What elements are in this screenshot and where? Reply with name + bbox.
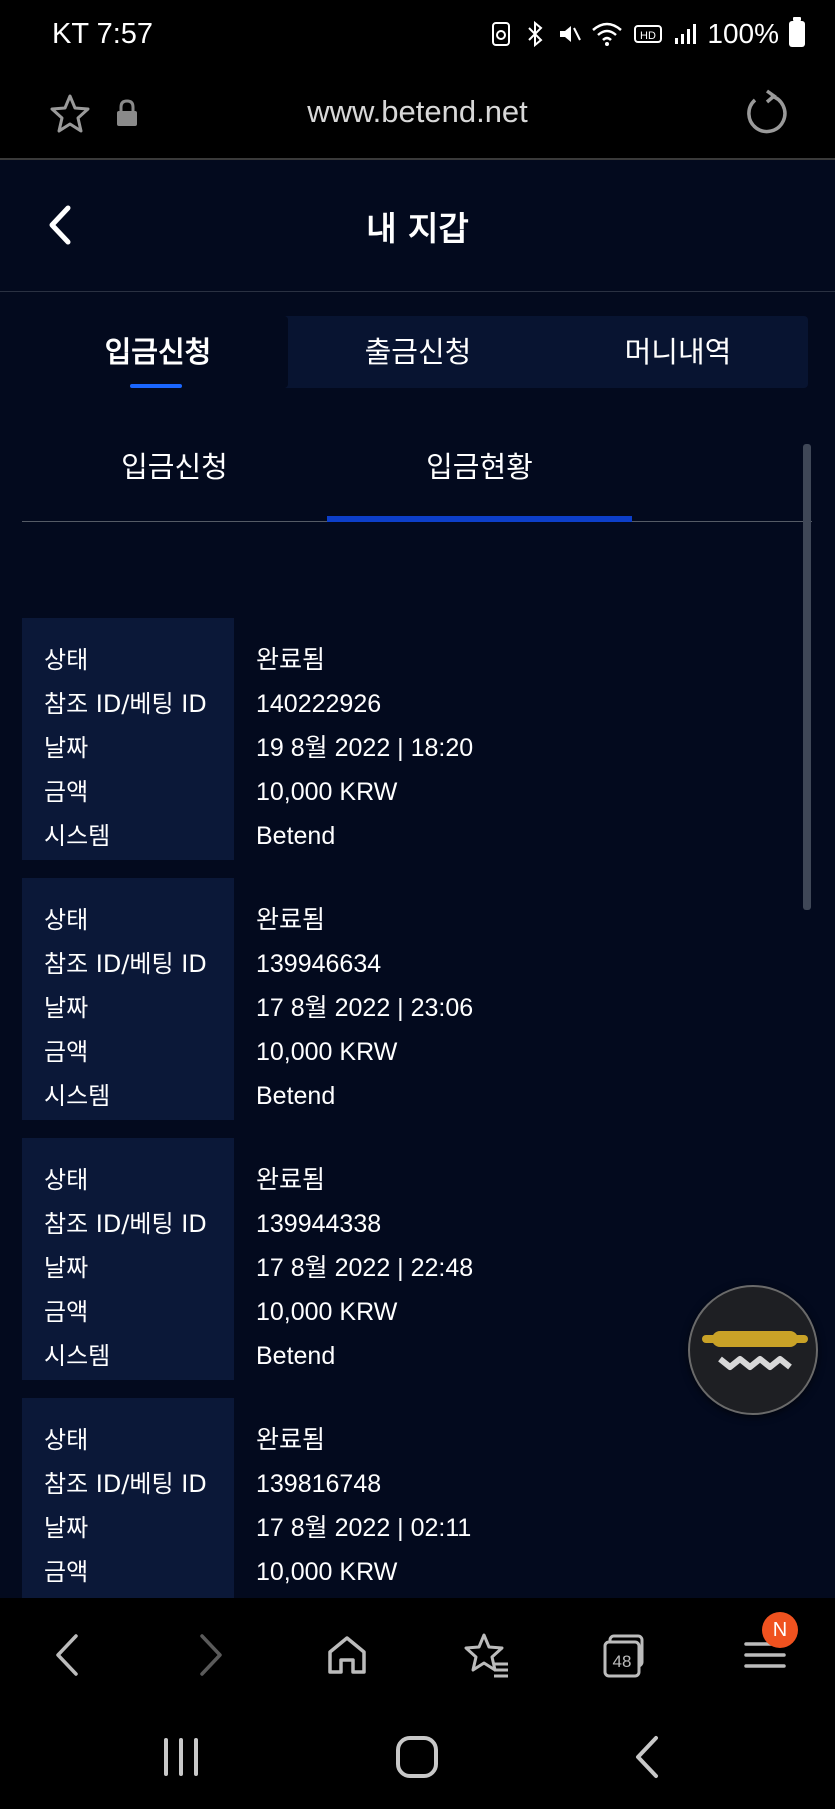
value-amount: 10,000 KRW	[256, 1558, 398, 1586]
signal-icon	[675, 24, 697, 44]
url-text[interactable]: www.betend.net	[0, 94, 835, 130]
battery-icon	[789, 17, 805, 47]
svg-text:HD: HD	[640, 30, 656, 42]
list-item: 상태 참조 ID/베팅 ID 날짜 금액 시스템 완료됨 140222926 1…	[22, 618, 812, 860]
chat-support-button[interactable]	[688, 1285, 818, 1415]
home-circle-icon[interactable]	[392, 1732, 442, 1782]
page-header: 내 지갑	[0, 160, 835, 292]
label-status: 상태	[44, 1426, 89, 1454]
label-amount: 금액	[44, 1558, 89, 1586]
label-amount: 금액	[44, 1298, 89, 1326]
list-item: 상태 참조 ID/베팅 ID 날짜 금액 시스템 완료됨 139816748 1…	[22, 1398, 812, 1598]
nav-back-icon[interactable]	[44, 1630, 94, 1680]
value-date: 17 8월 2022 | 22:48	[256, 1254, 474, 1282]
browser-url-bar: www.betend.net	[0, 72, 835, 160]
tab-deposit-request[interactable]: 입금신청	[28, 316, 288, 388]
wallet-tabs: 입금신청 출금신청 머니내역	[28, 316, 808, 388]
status-bar: KT 7:57 HD 100%	[0, 0, 835, 72]
value-system: Betend	[256, 1342, 336, 1370]
deposit-subtabs: 입금신청 입금현황	[22, 432, 812, 522]
value-reference: 139946634	[256, 950, 382, 978]
value-amount: 10,000 KRW	[256, 1298, 398, 1326]
subtab-deposit-request[interactable]: 입금신청	[22, 432, 327, 521]
label-system: 시스템	[44, 1342, 111, 1370]
record-values: 완료됨 140222926 19 8월 2022 | 18:20 10,000 …	[234, 618, 473, 860]
label-date: 날짜	[44, 734, 89, 762]
label-status: 상태	[44, 906, 89, 934]
chat-support-icon	[702, 1331, 808, 1370]
record-values: 완료됨 139944338 17 8월 2022 | 22:48 10,000 …	[234, 1138, 473, 1380]
tab-withdraw-request[interactable]: 출금신청	[288, 316, 548, 388]
value-status: 완료됨	[256, 906, 326, 934]
label-date: 날짜	[44, 994, 89, 1022]
value-reference: 140222926	[256, 690, 382, 718]
system-navigation-bar	[0, 1710, 835, 1809]
value-date: 17 8월 2022 | 02:11	[256, 1514, 472, 1542]
record-labels: 상태 참조 ID/베팅 ID 날짜 금액 시스템	[22, 618, 234, 860]
record-labels: 상태 참조 ID/베팅 ID 날짜 금액 시스템	[22, 878, 234, 1120]
recycle-icon	[492, 22, 511, 46]
value-reference: 139944338	[256, 1210, 382, 1238]
record-labels: 상태 참조 ID/베팅 ID 날짜 금액 시스템	[22, 1398, 234, 1598]
record-labels: 상태 참조 ID/베팅 ID 날짜 금액 시스템	[22, 1138, 234, 1380]
nav-forward-icon[interactable]	[184, 1630, 234, 1680]
notification-badge: N	[762, 1612, 798, 1648]
value-amount: 10,000 KRW	[256, 1038, 398, 1066]
value-reference: 139816748	[256, 1470, 382, 1498]
value-date: 19 8월 2022 | 18:20	[256, 734, 474, 762]
bluetooth-icon	[528, 20, 543, 48]
label-reference: 참조 ID/베팅 ID	[44, 1210, 207, 1238]
label-reference: 참조 ID/베팅 ID	[44, 950, 207, 978]
value-system: Betend	[256, 1082, 336, 1110]
label-status: 상태	[44, 646, 89, 674]
battery-percent: 100%	[707, 18, 779, 49]
value-status: 완료됨	[256, 1166, 326, 1194]
wifi-icon	[592, 22, 623, 46]
browser-toolbar: 48 N	[0, 1598, 835, 1710]
record-values: 완료됨 139816748 17 8월 2022 | 02:11 10,000 …	[234, 1398, 471, 1598]
label-amount: 금액	[44, 1038, 89, 1066]
value-status: 완료됨	[256, 1426, 326, 1454]
page-title: 내 지갑	[366, 209, 469, 248]
label-date: 날짜	[44, 1254, 89, 1282]
value-amount: 10,000 KRW	[256, 778, 398, 806]
status-icons: HD 100%	[489, 17, 805, 50]
label-date: 날짜	[44, 1514, 89, 1542]
bookmarks-icon[interactable]	[462, 1630, 512, 1680]
record-values: 완료됨 139946634 17 8월 2022 | 23:06 10,000 …	[234, 878, 473, 1120]
system-back-icon[interactable]	[624, 1732, 674, 1782]
refresh-icon[interactable]	[741, 88, 791, 138]
tabs-button[interactable]: 48	[600, 1630, 650, 1680]
label-reference: 참조 ID/베팅 ID	[44, 690, 207, 718]
recents-icon[interactable]	[156, 1732, 206, 1782]
value-date: 17 8월 2022 | 23:06	[256, 994, 474, 1022]
value-status: 완료됨	[256, 646, 326, 674]
subtab-deposit-status[interactable]: 입금현황	[327, 432, 632, 522]
carrier-time: KT 7:57	[52, 18, 154, 50]
value-system: Betend	[256, 822, 336, 850]
label-system: 시스템	[44, 1082, 111, 1110]
label-system: 시스템	[44, 822, 111, 850]
label-status: 상태	[44, 1166, 89, 1194]
tab-count: 48	[612, 1652, 632, 1671]
hd-voice-icon: HD	[634, 25, 663, 43]
list-item: 상태 참조 ID/베팅 ID 날짜 금액 시스템 완료됨 139946634 1…	[22, 878, 812, 1120]
label-reference: 참조 ID/베팅 ID	[44, 1470, 207, 1498]
home-icon[interactable]	[322, 1630, 372, 1680]
mute-icon	[560, 26, 582, 42]
label-amount: 금액	[44, 778, 89, 806]
tab-money-history[interactable]: 머니내역	[548, 316, 808, 388]
deposit-records: 상태 참조 ID/베팅 ID 날짜 금액 시스템 완료됨 140222926 1…	[22, 618, 812, 1598]
